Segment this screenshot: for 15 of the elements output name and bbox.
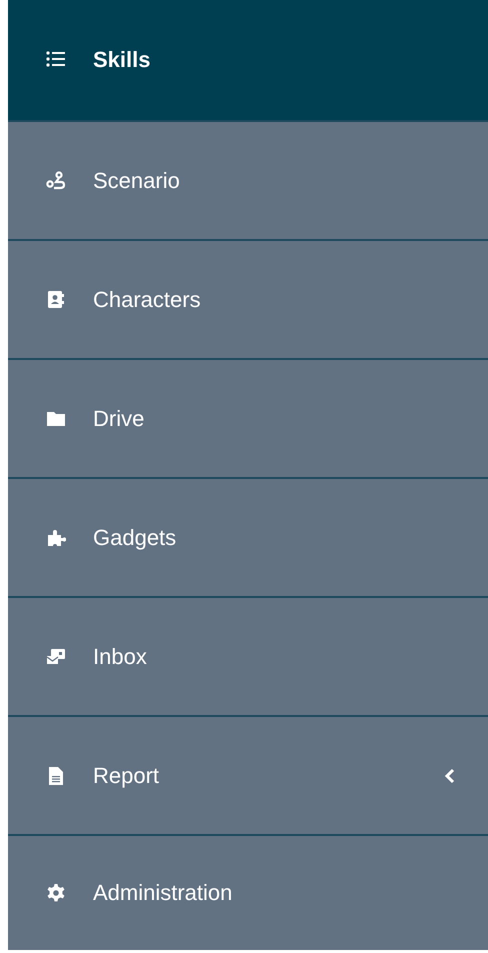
route-icon xyxy=(46,170,66,190)
menu-item[interactable]: Report xyxy=(8,717,488,836)
menu-item[interactable]: Scenario xyxy=(8,122,488,241)
menu-item[interactable]: Skills xyxy=(8,0,488,122)
menu-item[interactable]: Drive xyxy=(8,360,488,479)
settings-icon xyxy=(46,883,66,903)
menu-item[interactable]: Gadgets xyxy=(8,479,488,598)
menu-item[interactable]: Administration xyxy=(8,836,488,950)
chevron-icon[interactable] xyxy=(444,766,456,784)
puzzle-icon xyxy=(46,528,66,548)
document-icon xyxy=(46,766,66,786)
menu-item[interactable]: Characters xyxy=(8,241,488,360)
menu-item[interactable]: Inbox xyxy=(8,598,488,717)
contact-book-icon xyxy=(46,290,66,310)
mail-stack-icon xyxy=(46,646,66,666)
